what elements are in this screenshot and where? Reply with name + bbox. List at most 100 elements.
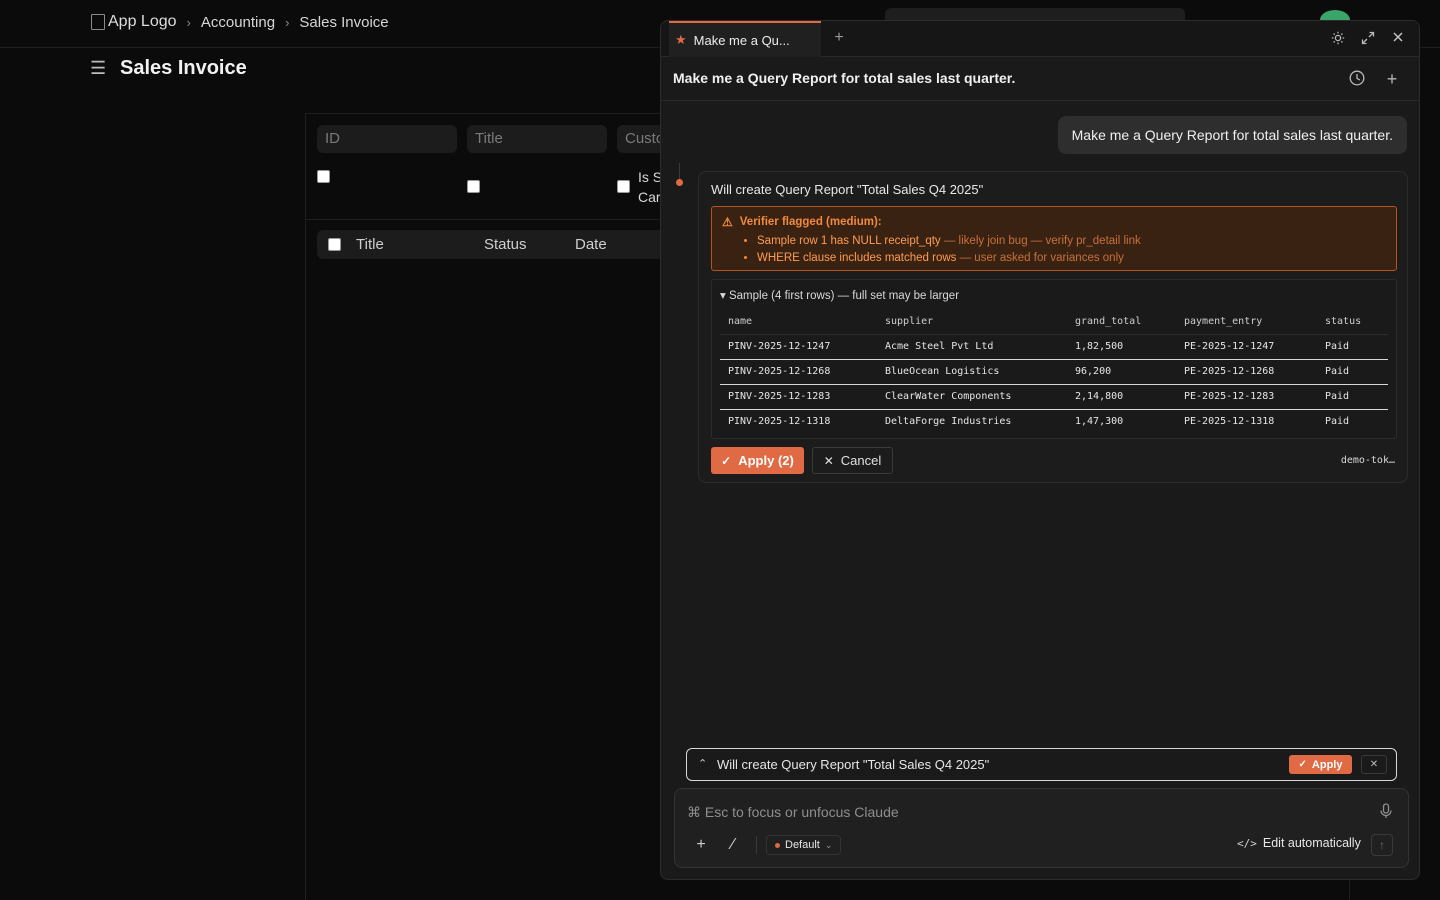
close-panel-button[interactable] bbox=[1388, 29, 1408, 49]
pending-action-bar[interactable]: ⌃ Will create Query Report "Total Sales … bbox=[686, 748, 1397, 781]
hamburger-icon[interactable]: ☰ bbox=[90, 56, 108, 80]
table-cell: 1,47,300 bbox=[1075, 416, 1124, 428]
conversation-header: Make me a Query Report for total sales l… bbox=[661, 57, 1419, 101]
table-cell: PINV-2025-12-1283 bbox=[720, 384, 877, 410]
chevron-right-icon: › bbox=[186, 14, 191, 30]
filter-checkbox[interactable] bbox=[317, 170, 330, 183]
plus-icon: + bbox=[696, 836, 706, 853]
breadcrumb-accounting[interactable]: Accounting bbox=[201, 14, 275, 31]
arrow-up-icon: ↑ bbox=[1379, 838, 1385, 852]
table-cell: PE-2025-12-1247 bbox=[1176, 334, 1317, 360]
table-row: PINV-2025-12-1283 ClearWater Components … bbox=[720, 384, 1388, 410]
model-selector[interactable]: Default ⌄ bbox=[766, 835, 842, 855]
assistant-panel: ★ Make me a Qu... + Make me a Query Repo… bbox=[660, 20, 1420, 880]
table-cell: 1,82,500 bbox=[1067, 334, 1176, 360]
close-icon: ✕ bbox=[823, 453, 834, 468]
breadcrumb-sales-invoice[interactable]: Sales Invoice bbox=[299, 14, 388, 31]
close-icon: ✕ bbox=[1369, 759, 1379, 770]
app-logo[interactable]: App Logo bbox=[91, 13, 177, 31]
column-header: name bbox=[720, 310, 877, 335]
conversation-title: Make me a Query Report for total sales l… bbox=[673, 70, 1016, 86]
table-cell: Paid bbox=[1317, 334, 1388, 360]
check-icon: ✓ bbox=[1298, 759, 1307, 770]
table-cell: PE-2025-12-1268 bbox=[1176, 359, 1317, 385]
column-header: payment_entry bbox=[1176, 310, 1317, 335]
sample-table: name supplier grand_total payment_entry … bbox=[720, 310, 1388, 434]
cancel-button-label: Cancel bbox=[840, 453, 882, 468]
sun-icon bbox=[1331, 31, 1345, 45]
mic-button[interactable] bbox=[1380, 803, 1392, 824]
chevron-right-icon: › bbox=[285, 14, 290, 30]
sample-details: ▾ Sample (4 first rows) — full set may b… bbox=[711, 279, 1397, 439]
expand-button[interactable] bbox=[1358, 29, 1378, 49]
chevron-up-icon[interactable]: ⌃ bbox=[698, 757, 707, 770]
select-all-checkbox[interactable] bbox=[328, 238, 341, 251]
code-icon: </> bbox=[1237, 836, 1257, 850]
edit-mode-label: Edit automatically bbox=[1262, 836, 1361, 850]
app-logo-alt: App Logo bbox=[108, 13, 177, 30]
apply-button[interactable]: ✓ Apply (2) bbox=[711, 447, 804, 474]
list-header: Title Status Date bbox=[317, 230, 677, 259]
title-filter-input[interactable]: Title bbox=[467, 125, 607, 153]
column-header: status bbox=[1317, 310, 1388, 335]
message-input[interactable]: ⌘ Esc to focus or unfocus Claude bbox=[687, 804, 899, 821]
new-conversation-button[interactable]: + bbox=[1382, 69, 1402, 89]
verifier-item-main: Sample row 1 has NULL receipt_qty bbox=[757, 235, 941, 247]
table-cell: Paid bbox=[1325, 416, 1350, 428]
verifier-item-detail: — user asked for variances only bbox=[956, 252, 1124, 264]
column-status[interactable]: Status bbox=[484, 236, 527, 253]
tab-conversation[interactable]: ★ Make me a Qu... bbox=[669, 21, 821, 57]
check-icon: ✓ bbox=[721, 453, 732, 468]
broken-image-icon bbox=[91, 14, 105, 30]
expand-icon bbox=[1361, 31, 1375, 45]
new-tab-button[interactable]: + bbox=[829, 28, 849, 48]
star-icon: ★ bbox=[675, 32, 687, 47]
theme-toggle-button[interactable] bbox=[1328, 29, 1348, 49]
slash-command-button[interactable]: ∕ bbox=[723, 835, 743, 855]
verifier-heading-text: Verifier flagged (medium): bbox=[739, 216, 882, 228]
verifier-warning: ⚠ Verifier flagged (medium): Sample row … bbox=[711, 206, 1397, 271]
column-date[interactable]: Date bbox=[575, 236, 607, 253]
table-cell: Paid bbox=[1317, 384, 1388, 410]
table-row: PINV-2025-12-1247 Acme Steel Pvt Ltd 1,8… bbox=[720, 334, 1388, 360]
table-cell: PE-2025-12-1318 bbox=[1184, 416, 1275, 428]
attach-button[interactable]: + bbox=[691, 835, 711, 855]
table-cell: BlueOcean Logistics bbox=[877, 359, 1067, 385]
table-cell: Acme Steel Pvt Ltd bbox=[877, 334, 1067, 360]
pending-action-text: Will create Query Report "Total Sales Q4… bbox=[717, 757, 990, 772]
cancel-button[interactable]: ✕ Cancel bbox=[812, 447, 893, 474]
table-cell: DeltaForge Industries bbox=[885, 416, 1012, 428]
sample-summary[interactable]: ▾ Sample (4 first rows) — full set may b… bbox=[720, 288, 959, 302]
send-button[interactable]: ↑ bbox=[1371, 834, 1393, 856]
response-card: Will create Query Report "Total Sales Q4… bbox=[698, 171, 1408, 483]
divider bbox=[756, 836, 757, 854]
filter-checkbox[interactable] bbox=[617, 180, 630, 193]
model-label: Default bbox=[785, 839, 820, 851]
verifier-list: Sample row 1 has NULL receipt_qty — like… bbox=[757, 233, 1141, 267]
table-cell: PE-2025-12-1283 bbox=[1176, 384, 1317, 410]
page-header: ☰ Sales Invoice bbox=[90, 56, 247, 80]
tab-bar: ★ Make me a Qu... + bbox=[661, 21, 1419, 57]
pending-apply-button[interactable]: ✓ Apply bbox=[1289, 755, 1352, 774]
verifier-item-detail: — likely join bug — verify pr_detail lin… bbox=[940, 235, 1141, 247]
history-icon bbox=[1349, 70, 1365, 86]
apply-button-label: Apply (2) bbox=[738, 453, 794, 468]
column-title[interactable]: Title bbox=[356, 236, 384, 253]
is-filter-label: Is S Car bbox=[638, 167, 662, 207]
filter-checkbox[interactable] bbox=[467, 180, 480, 193]
slash-icon: ∕ bbox=[731, 836, 735, 853]
pending-dismiss-button[interactable]: ✕ bbox=[1361, 755, 1387, 774]
history-button[interactable] bbox=[1348, 69, 1368, 89]
timeline-dot bbox=[676, 179, 683, 186]
table-row: PINV-2025-12-1318 DeltaForge Industries … bbox=[720, 409, 1388, 434]
chevron-down-icon: ⌄ bbox=[824, 839, 833, 850]
table-cell: 2,14,800 bbox=[1067, 384, 1176, 410]
user-message: Make me a Query Report for total sales l… bbox=[1057, 116, 1407, 154]
id-filter-input[interactable]: ID bbox=[317, 125, 457, 153]
edit-mode-toggle[interactable]: </> Edit automatically bbox=[1237, 836, 1361, 850]
page-title: Sales Invoice bbox=[120, 56, 247, 79]
table-cell: PINV-2025-12-1247 bbox=[720, 334, 877, 360]
verifier-item-main: WHERE clause includes matched rows bbox=[757, 252, 957, 264]
token-label: demo-tok… bbox=[1340, 455, 1395, 466]
table-cell: Paid bbox=[1317, 359, 1388, 385]
